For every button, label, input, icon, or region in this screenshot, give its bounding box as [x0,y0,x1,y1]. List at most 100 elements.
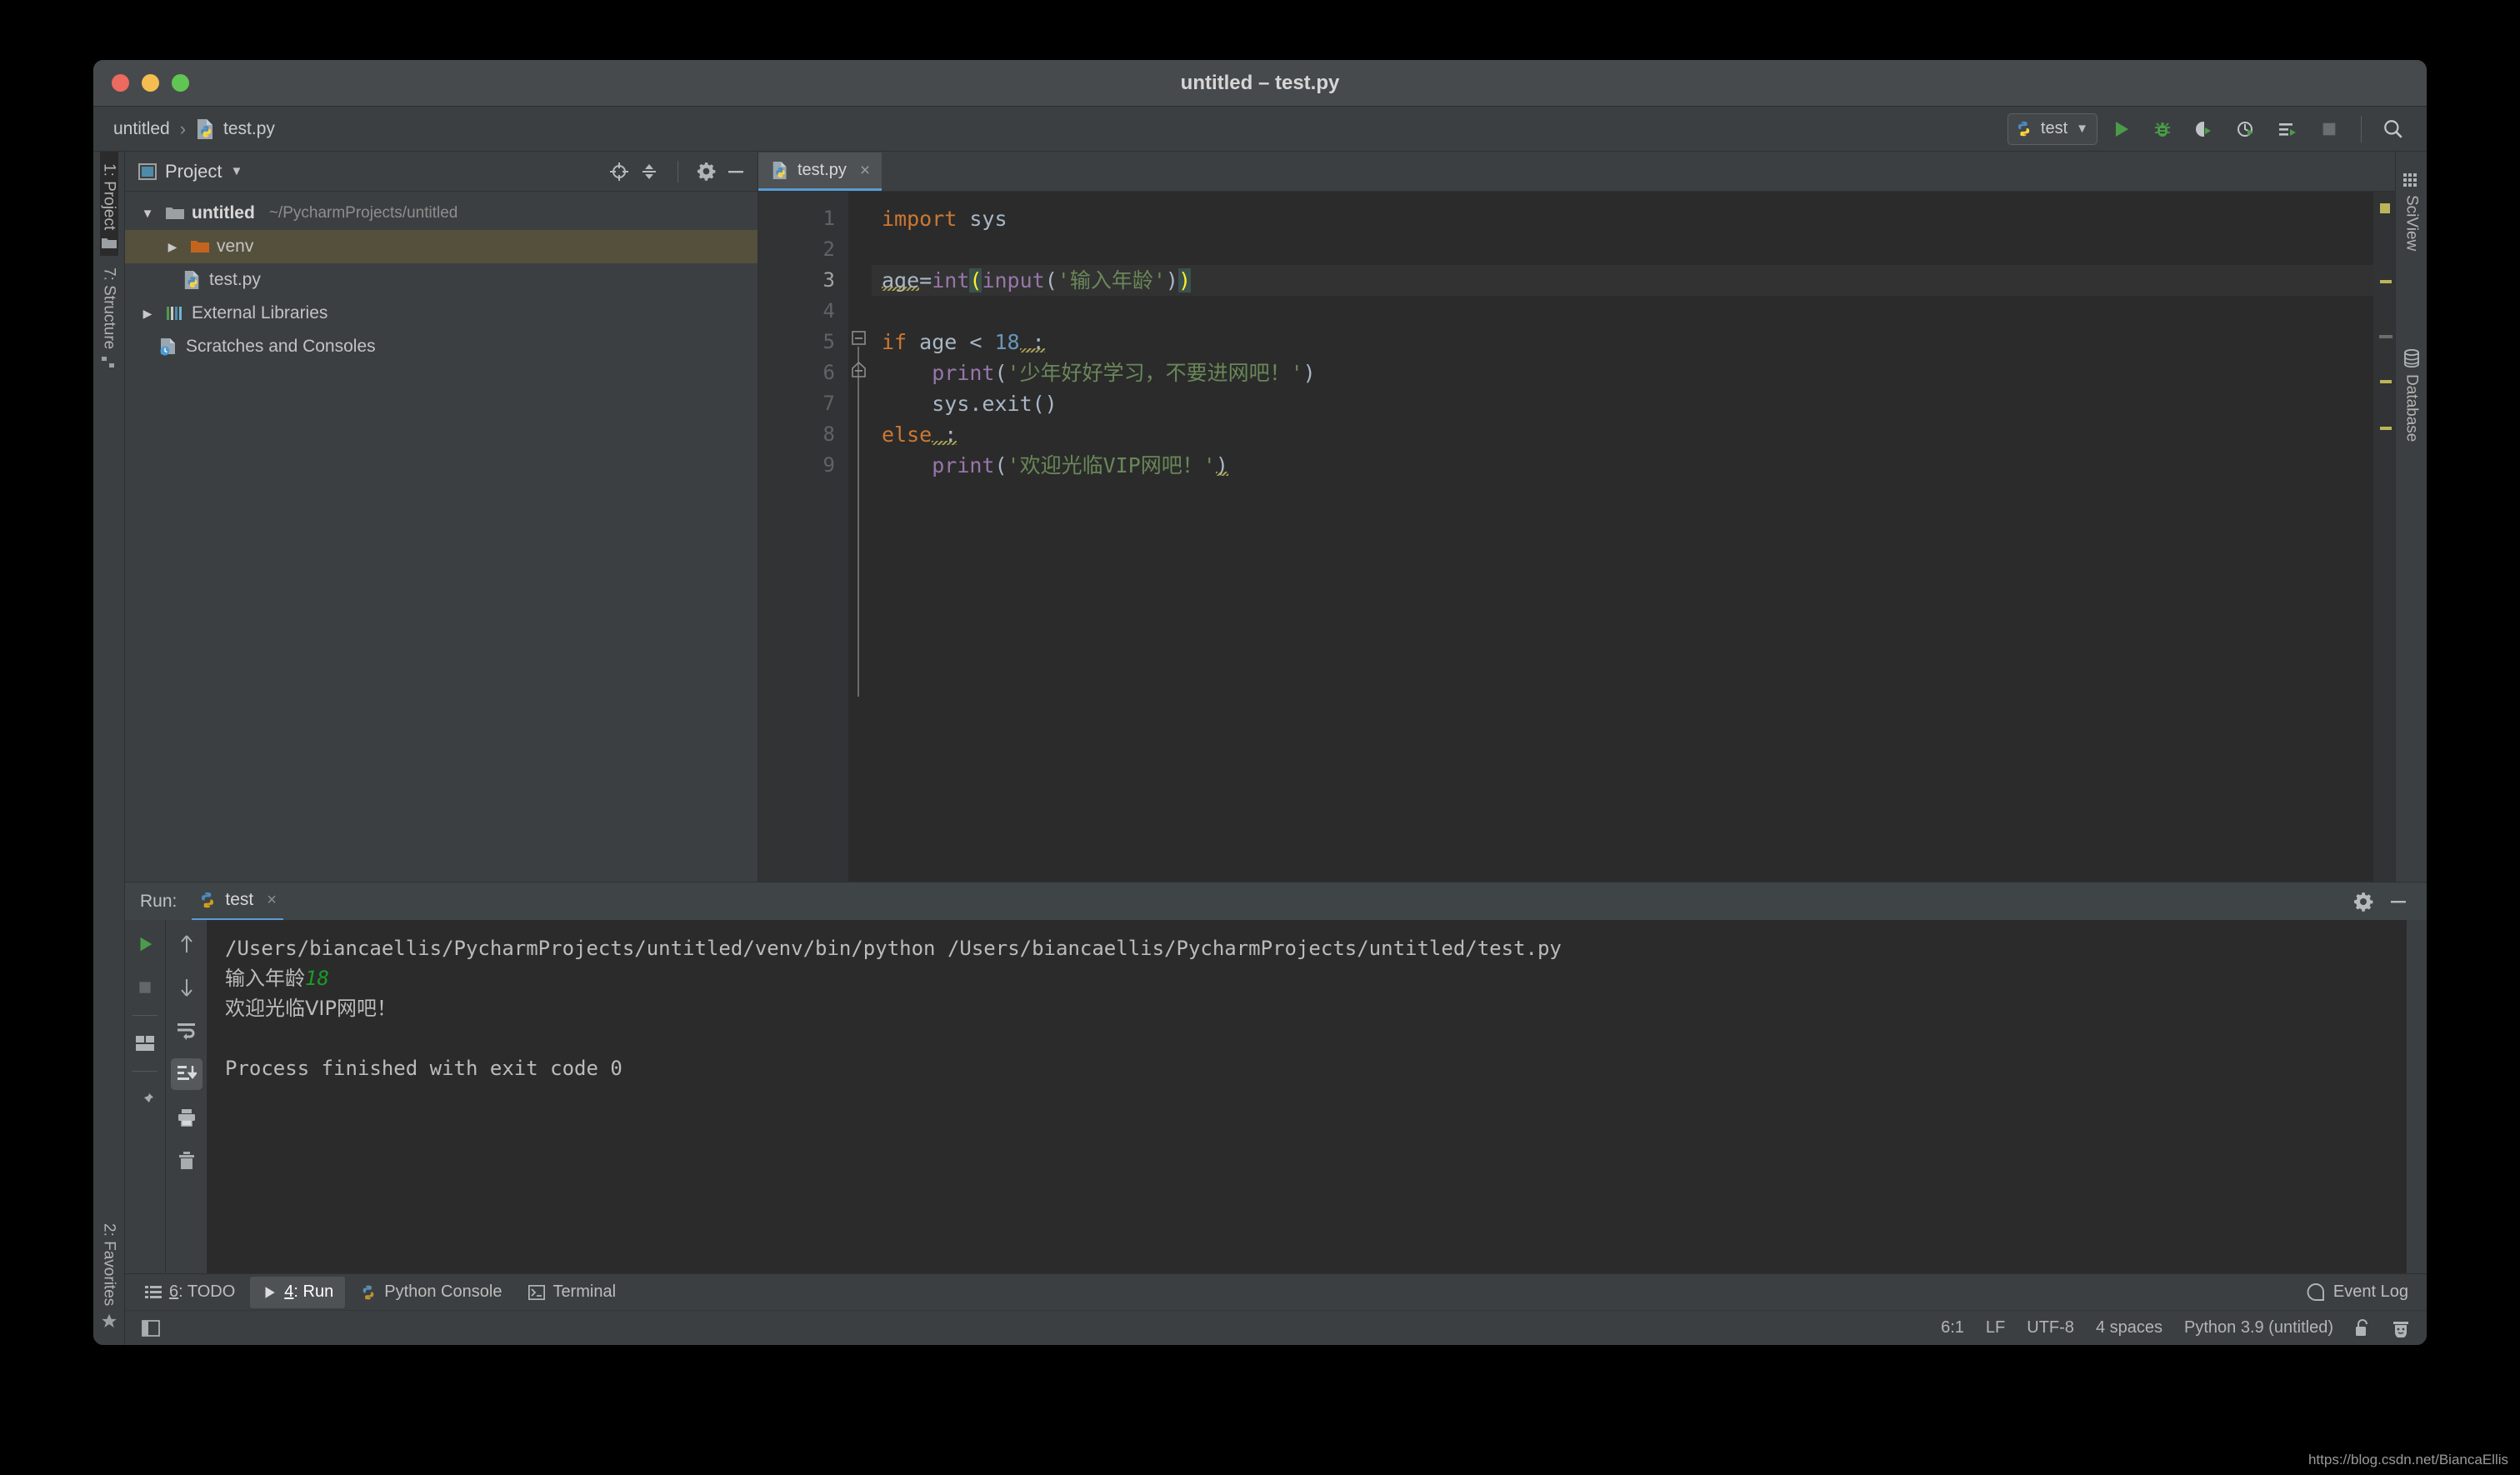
inspection-status-icon[interactable] [2380,203,2390,213]
search-everywhere-button[interactable] [2375,112,2412,146]
sidebar-item-database[interactable]: Database [2402,338,2421,448]
breadcrumb-label: test.py [223,118,275,138]
layout-toggle-icon[interactable] [142,1319,160,1337]
chevron-down-icon: ▼ [2076,122,2088,136]
tab-text: : Run [293,1282,334,1301]
run-tab-test[interactable]: test × [192,882,283,921]
breadcrumb-untitled[interactable]: untitled [113,119,170,139]
select-opened-file-button[interactable] [609,162,629,182]
bottom-tab-label: Python Console [384,1282,502,1301]
fold-line [858,347,859,697]
console-exit-line: Process finished with exit code 0 [225,1057,622,1080]
print-button[interactable] [171,1102,202,1133]
down-the-stack-button[interactable] [171,972,202,1003]
scroll-to-end-button[interactable] [170,1058,202,1090]
clear-all-button[interactable] [171,1145,202,1177]
run-with-options-button[interactable] [2269,112,2306,146]
soft-wrap-button[interactable] [171,1015,202,1047]
code-content[interactable]: import sys age=int(input('输入年龄')) if age… [872,192,2373,882]
run-button[interactable] [2102,112,2139,146]
run-configuration-selector[interactable]: test ▼ [2007,112,2098,145]
tree-node-label: External Libraries [192,303,328,322]
editor-tab-test-py[interactable]: test.py × [758,152,882,191]
project-panel-header: Project ▼ [125,152,758,192]
profile-button[interactable] [2228,112,2264,146]
sidebar-item-label: Database [2402,374,2421,442]
tree-node-external-libraries[interactable]: ▶ External Libraries [125,297,758,330]
warning-marker[interactable] [2380,380,2392,383]
run-coverage-button[interactable] [2186,112,2222,146]
stop-button[interactable] [129,972,161,1003]
status-encoding[interactable]: UTF-8 [2027,1318,2074,1338]
rerun-button[interactable] [129,928,161,960]
warning-marker[interactable] [2380,280,2392,283]
status-interpreter[interactable]: Python 3.9 (untitled) [2184,1318,2333,1338]
close-icon[interactable]: × [860,161,870,181]
gear-icon[interactable] [2353,892,2373,912]
twisty-icon[interactable]: ▶ [162,240,183,254]
debug-button[interactable] [2144,112,2181,146]
status-caret-position[interactable]: 6:1 [1941,1318,1964,1338]
sidebar-item-structure[interactable]: 7: Structure [100,256,118,375]
hide-run-panel-button[interactable] [2388,892,2408,912]
play-icon [262,1285,277,1300]
bottom-tab-label: 4: Run [284,1282,333,1302]
fold-end-icon[interactable] [851,362,868,378]
scratches-icon [158,338,178,356]
python-icon [2015,120,2032,138]
layout-button[interactable] [129,1028,161,1059]
warning-marker[interactable] [2380,427,2392,430]
tree-node-venv[interactable]: ▶ venv [125,230,758,263]
bottom-tab-python-console[interactable]: Python Console [348,1277,513,1308]
console-scrollbar[interactable] [2407,920,2427,1273]
token-colon: : [932,422,958,447]
fold-minus-icon[interactable] [851,330,868,347]
bottom-tab-run[interactable]: 4: Run [250,1276,346,1308]
gear-icon[interactable] [697,162,716,181]
tree-node-test-py[interactable]: test.py [125,263,758,297]
twisty-icon[interactable]: ▼ [137,207,158,221]
bottom-tab-terminal[interactable]: Terminal [517,1277,628,1308]
right-tool-stripe: SciView Database [2395,152,2427,882]
sidebar-item-favorites[interactable]: 2: Favorites [100,1212,118,1337]
grid-icon [2402,173,2420,188]
code-line-1: import sys [872,203,2373,234]
change-marker[interactable] [2379,335,2392,338]
close-icon[interactable]: × [267,891,277,910]
minimize-button[interactable] [142,74,159,92]
zoom-button[interactable] [172,74,189,92]
code-folding-strip[interactable] [848,192,872,882]
status-indent[interactable]: 4 spaces [2096,1318,2162,1338]
bottom-tab-todo[interactable]: 6: TODO [133,1277,247,1308]
toolbar-divider [2361,115,2362,142]
up-the-stack-button[interactable] [171,928,202,960]
run-panel-label: Run: [140,891,178,911]
sidebar-item-project[interactable]: 1: Project [99,152,118,257]
stop-button[interactable] [2311,112,2348,146]
inspector-icon[interactable] [2392,1319,2410,1338]
twisty-icon[interactable]: ▶ [137,307,158,321]
sidebar-item-sciview[interactable]: SciView [2402,162,2421,258]
tree-node-untitled[interactable]: ▼ untitled ~/PycharmProjects/untitled [125,197,758,230]
lock-icon[interactable] [2355,1318,2370,1338]
status-line-separator[interactable]: LF [1986,1318,2005,1338]
hide-panel-button[interactable] [726,162,746,182]
collapse-all-button[interactable] [639,162,659,182]
tree-node-path: ~/PycharmProjects/untitled [268,204,458,222]
editor-marker-strip[interactable] [2373,192,2395,882]
token-bracket: ) [1215,453,1228,478]
tree-node-scratches-and-consoles[interactable]: Scratches and Consoles [125,330,758,363]
breadcrumb-label: untitled [113,118,170,138]
code-editor[interactable]: 1 2 3 4 5 6 7 8 9 import sys age=int(inp… [758,192,2395,882]
project-tree[interactable]: ▼ untitled ~/PycharmProjects/untitled ▶ [125,192,758,882]
breadcrumb-test-py[interactable]: test.py [196,118,275,140]
close-button[interactable] [112,74,129,92]
line-number: 8 [822,422,835,446]
pin-tab-button[interactable] [129,1083,161,1115]
tab-shortcut: 6 [169,1282,179,1301]
event-log-button[interactable]: Event Log [2307,1282,2427,1302]
run-console-output[interactable]: /Users/biancaellis/PycharmProjects/untit… [207,920,2427,1273]
line-number: 4 [822,299,835,322]
console-command-line: /Users/biancaellis/PycharmProjects/untit… [225,937,1562,960]
